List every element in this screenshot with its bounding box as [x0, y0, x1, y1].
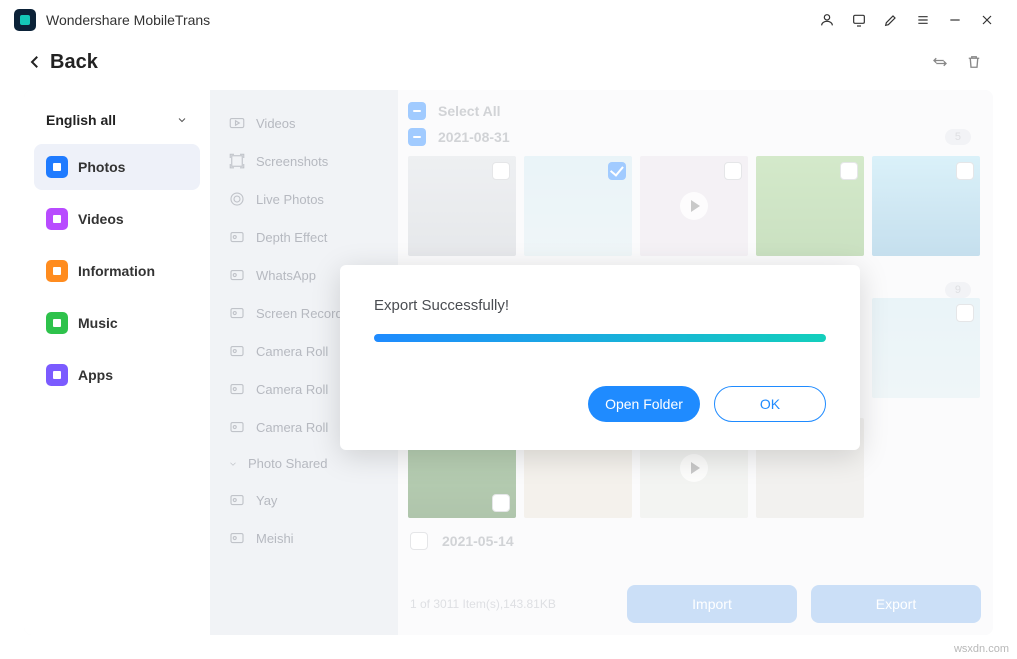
photo-thumb[interactable]: [872, 156, 980, 256]
account-icon[interactable]: [811, 4, 843, 36]
date-checkbox[interactable]: [408, 128, 426, 146]
status-bar: 1 of 3011 Item(s),143.81KB Import Export: [410, 585, 981, 623]
back-button[interactable]: Back: [26, 51, 98, 74]
folder-item-videos[interactable]: Videos: [210, 104, 398, 142]
date-label: 2021-05-14: [442, 533, 514, 549]
sidebar-item-apps[interactable]: Apps: [34, 352, 200, 398]
thumb-checkbox[interactable]: [840, 162, 858, 180]
videos-icon: [46, 208, 68, 230]
date-group-2: 2021-05-14: [408, 518, 983, 556]
dialog-buttons: Open Folder OK: [374, 386, 826, 422]
trash-icon[interactable]: [957, 45, 991, 79]
photo-thumb[interactable]: [872, 298, 980, 398]
thumb-grid-1: [408, 156, 983, 256]
feedback-icon[interactable]: [843, 4, 875, 36]
count-badge: 9: [945, 282, 971, 298]
titlebar: Wondershare MobileTrans: [0, 0, 1017, 40]
sidebar-item-label: Photos: [78, 159, 125, 175]
import-button[interactable]: Import: [627, 585, 797, 623]
date-label: 2021-08-31: [438, 129, 510, 145]
app-title: Wondershare MobileTrans: [46, 12, 210, 28]
chevron-down-icon: [176, 114, 188, 126]
thumb-checkbox[interactable]: [956, 162, 974, 180]
folder-item-deptheffect[interactable]: Depth Effect: [210, 218, 398, 256]
select-all-checkbox[interactable]: [408, 102, 426, 120]
sidebar-item-music[interactable]: Music: [34, 300, 200, 346]
photos-icon: [46, 156, 68, 178]
count-badge: 5: [945, 129, 971, 145]
dialog-title: Export Successfully!: [374, 297, 826, 314]
back-row: Back: [0, 40, 1017, 84]
export-button[interactable]: Export: [811, 585, 981, 623]
folder-item-screenshots[interactable]: Screenshots: [210, 142, 398, 180]
sidebar-item-label: Music: [78, 315, 118, 331]
photo-thumb[interactable]: [408, 156, 516, 256]
thumb-checkbox[interactable]: [492, 494, 510, 512]
date-group-1: 2021-08-31 5: [408, 124, 983, 150]
folder-item-livephotos[interactable]: Live Photos: [210, 180, 398, 218]
photo-thumb[interactable]: [524, 156, 632, 256]
back-label: Back: [50, 51, 98, 74]
photo-thumb[interactable]: [756, 156, 864, 256]
ok-button[interactable]: OK: [714, 386, 826, 422]
app-logo: [14, 9, 36, 31]
language-selector[interactable]: English all: [34, 102, 200, 138]
menu-icon[interactable]: [907, 4, 939, 36]
thumb-checkbox[interactable]: [492, 162, 510, 180]
language-label: English all: [46, 112, 116, 128]
thumb-checkbox[interactable]: [724, 162, 742, 180]
watermark: wsxdn.com: [954, 643, 1009, 655]
sidebar-item-photos[interactable]: Photos: [34, 144, 200, 190]
select-all-label: Select All: [438, 103, 501, 119]
select-all-row: Select All: [408, 98, 983, 124]
thumb-checkbox[interactable]: [956, 304, 974, 322]
music-icon: [46, 312, 68, 334]
minimize-icon[interactable]: [939, 4, 971, 36]
folder-item-meishi[interactable]: Meishi: [210, 519, 398, 557]
information-icon: [46, 260, 68, 282]
thumb-checkbox[interactable]: [608, 162, 626, 180]
folder-item-photoshared[interactable]: Photo Shared: [210, 446, 398, 481]
play-icon: [680, 192, 708, 220]
refresh-icon[interactable]: [923, 45, 957, 79]
sidebar-item-label: Apps: [78, 367, 113, 383]
status-text: 1 of 3011 Item(s),143.81KB: [410, 597, 556, 611]
sidebar-item-information[interactable]: Information: [34, 248, 200, 294]
sidebar-item-videos[interactable]: Videos: [34, 196, 200, 242]
export-success-dialog: Export Successfully! Open Folder OK: [340, 265, 860, 450]
date-checkbox[interactable]: [410, 532, 428, 550]
apps-icon: [46, 364, 68, 386]
sidebar-item-label: Information: [78, 263, 155, 279]
close-icon[interactable]: [971, 4, 1003, 36]
edit-icon[interactable]: [875, 4, 907, 36]
progress-bar: [374, 334, 826, 342]
sidebar-item-label: Videos: [78, 211, 124, 227]
open-folder-button[interactable]: Open Folder: [588, 386, 700, 422]
photo-thumb[interactable]: [640, 156, 748, 256]
play-icon: [680, 454, 708, 482]
folder-item-yay[interactable]: Yay: [210, 481, 398, 519]
sidebar: English all Photos Videos Information Mu…: [24, 90, 210, 635]
